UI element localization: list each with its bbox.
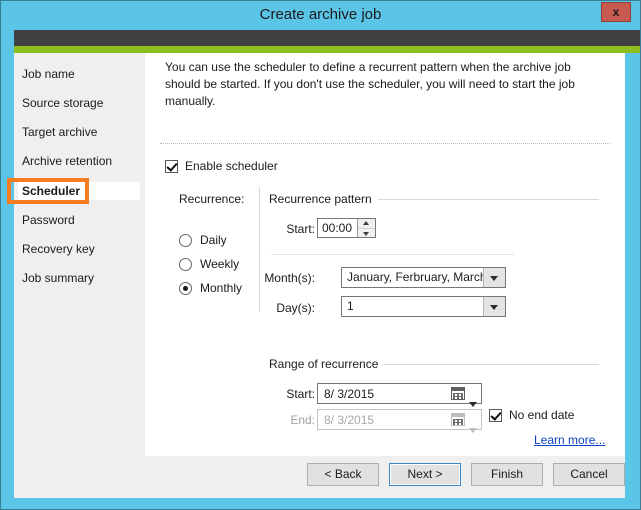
days-label: Day(s): xyxy=(276,301,315,315)
recurrence-label: Recurrence: xyxy=(179,192,245,206)
checkbox-check-icon xyxy=(489,408,502,422)
checkbox-check-icon xyxy=(165,159,178,173)
radio-recurrence-daily[interactable]: Daily xyxy=(179,233,227,247)
dialog-footer: < Back Next > Finish Cancel xyxy=(14,456,625,498)
radio-recurrence-monthly[interactable]: Monthly xyxy=(179,281,242,295)
chevron-down-icon[interactable] xyxy=(483,268,505,287)
section-divider xyxy=(259,187,260,312)
radio-circle-icon xyxy=(179,257,192,271)
start-time-label: Start: xyxy=(286,222,315,236)
months-value: January, Ferbruary, March,... xyxy=(347,270,483,284)
sidebar-item-job-name[interactable]: Job name xyxy=(18,65,140,83)
back-button[interactable]: < Back xyxy=(307,463,379,486)
close-icon[interactable]: x xyxy=(601,2,631,22)
wizard-sidebar: Job name Source storage Target archive A… xyxy=(7,53,145,456)
days-value: 1 xyxy=(347,299,354,313)
days-dropdown[interactable]: 1 xyxy=(341,296,506,317)
enable-scheduler-checkbox[interactable]: Enable scheduler xyxy=(165,159,278,173)
recurrence-pattern-title: Recurrence pattern xyxy=(269,192,378,206)
range-end-label: End: xyxy=(290,413,315,427)
no-end-date-label: No end date xyxy=(509,408,575,422)
calendar-icon xyxy=(451,387,465,400)
scheduler-panel: You can use the scheduler to define a re… xyxy=(145,53,625,456)
sidebar-item-target-archive[interactable]: Target archive xyxy=(18,123,140,141)
banner-dark-strip xyxy=(14,30,640,46)
cancel-button[interactable]: Cancel xyxy=(553,463,625,486)
months-dropdown[interactable]: January, Ferbruary, March,... xyxy=(341,267,506,288)
range-start-label: Start: xyxy=(286,387,315,401)
sidebar-item-password[interactable]: Password xyxy=(18,211,140,229)
chevron-down-icon[interactable] xyxy=(483,297,505,316)
banner-green-strip xyxy=(14,46,640,53)
stepper-down-icon[interactable] xyxy=(358,229,375,238)
create-archive-job-dialog: Create archive job x Job name Source sto… xyxy=(0,0,641,510)
months-label: Month(s): xyxy=(264,271,315,285)
finish-button[interactable]: Finish xyxy=(471,463,543,486)
stepper-up-icon[interactable] xyxy=(358,219,375,229)
window-title: Create archive job xyxy=(259,6,382,23)
start-time-value[interactable]: 00:00 xyxy=(318,219,357,237)
stepper-buttons xyxy=(357,219,375,237)
enable-scheduler-label: Enable scheduler xyxy=(185,159,278,173)
pattern-inner-divider xyxy=(271,254,514,255)
intro-divider xyxy=(160,143,610,144)
no-end-date-checkbox[interactable]: No end date xyxy=(489,408,574,422)
calendar-icon xyxy=(451,413,465,426)
range-end-date-value: 8/ 3/2015 xyxy=(324,412,375,427)
sidebar-item-job-summary[interactable]: Job summary xyxy=(18,269,140,287)
intro-description: You can use the scheduler to define a re… xyxy=(165,60,575,108)
sidebar-item-source-storage[interactable]: Source storage xyxy=(18,94,140,112)
radio-weekly-label: Weekly xyxy=(200,257,240,271)
learn-more-link[interactable]: Learn more... xyxy=(534,433,605,447)
sidebar-item-recovery-key[interactable]: Recovery key xyxy=(18,240,140,258)
range-end-date-picker: 8/ 3/2015 xyxy=(317,409,482,433)
range-of-recurrence-title: Range of recurrence xyxy=(269,357,385,371)
sidebar-item-archive-retention[interactable]: Archive retention xyxy=(18,152,140,170)
radio-daily-label: Daily xyxy=(200,233,227,247)
title-bar: Create archive job x xyxy=(1,1,640,29)
sidebar-item-scheduler[interactable]: Scheduler xyxy=(18,182,140,200)
dialog-body: Job name Source storage Target archive A… xyxy=(7,53,625,456)
range-start-date-picker[interactable]: 8/ 3/2015 xyxy=(317,383,482,407)
radio-recurrence-weekly[interactable]: Weekly xyxy=(179,257,239,271)
next-button[interactable]: Next > xyxy=(389,463,461,486)
start-time-stepper[interactable]: 00:00 xyxy=(317,218,376,238)
radio-circle-icon xyxy=(179,233,192,247)
radio-monthly-label: Monthly xyxy=(200,281,243,295)
radio-circle-selected-icon xyxy=(179,281,192,295)
range-start-date-value: 8/ 3/2015 xyxy=(324,386,375,401)
